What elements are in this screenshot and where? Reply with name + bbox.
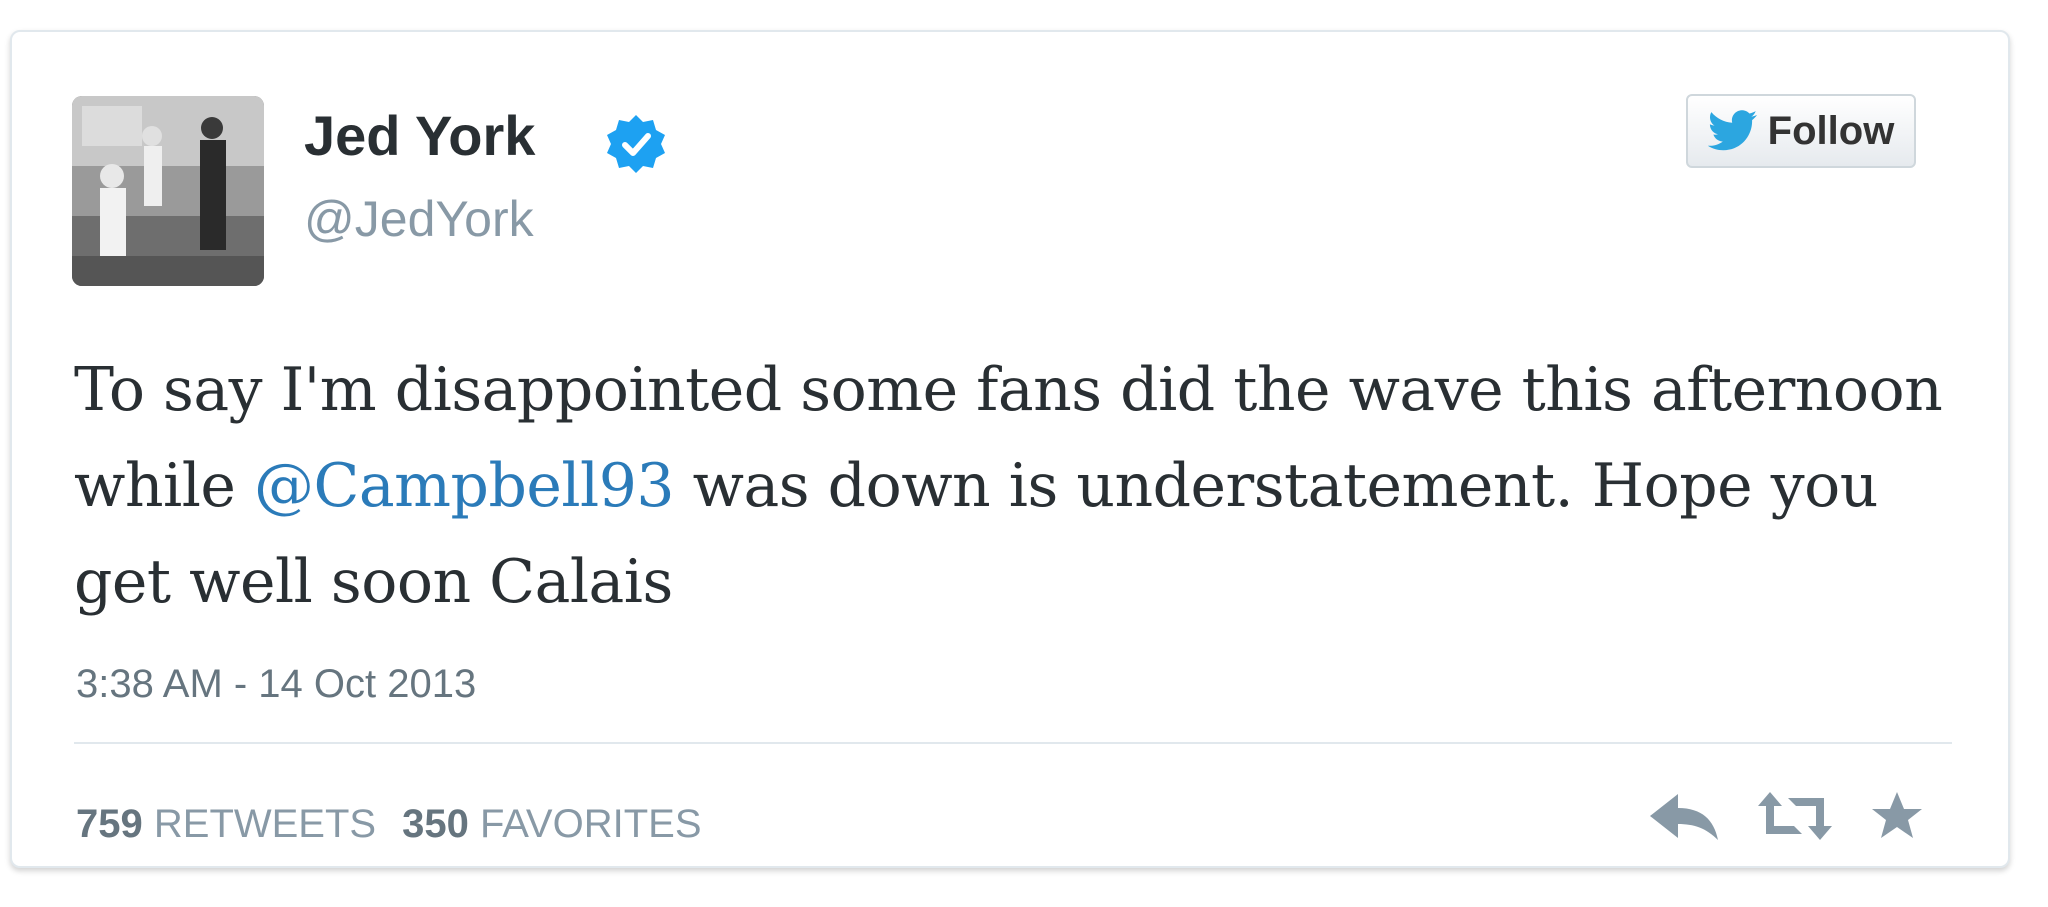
favorites-label: FAVORITES bbox=[479, 802, 702, 846]
mention-link[interactable]: @Campbell93 bbox=[254, 451, 675, 521]
avatar[interactable] bbox=[72, 96, 264, 286]
favorites-count: 350 bbox=[402, 802, 469, 846]
tweet-actions bbox=[1648, 790, 1924, 842]
tweet-timestamp[interactable]: 3:38 AM - 14 Oct 2013 bbox=[76, 664, 476, 704]
twitter-bird-icon bbox=[1707, 110, 1757, 151]
tweet-text: To say I'm disappointed some fans did th… bbox=[74, 342, 1954, 630]
follow-button[interactable]: Follow bbox=[1686, 94, 1916, 168]
user-handle[interactable]: @JedYork bbox=[304, 194, 534, 244]
divider bbox=[74, 742, 1952, 744]
retweets-count: 759 bbox=[76, 802, 143, 846]
follow-button-label: Follow bbox=[1767, 108, 1895, 153]
tweet-card: Jed York @JedYork Follow To say I'm disa… bbox=[10, 30, 2010, 868]
star-icon[interactable] bbox=[1870, 790, 1924, 842]
verified-badge-icon bbox=[607, 115, 665, 173]
favorites-stat[interactable]: 350 FAVORITES bbox=[402, 804, 701, 844]
retweets-stat[interactable]: 759 RETWEETS bbox=[76, 804, 376, 844]
tweet-stats: 759 RETWEETS 350 FAVORITES bbox=[76, 804, 702, 844]
retweet-icon[interactable] bbox=[1756, 790, 1834, 842]
reply-icon[interactable] bbox=[1648, 790, 1720, 842]
user-name[interactable]: Jed York bbox=[304, 108, 535, 164]
retweets-label: RETWEETS bbox=[153, 802, 377, 846]
